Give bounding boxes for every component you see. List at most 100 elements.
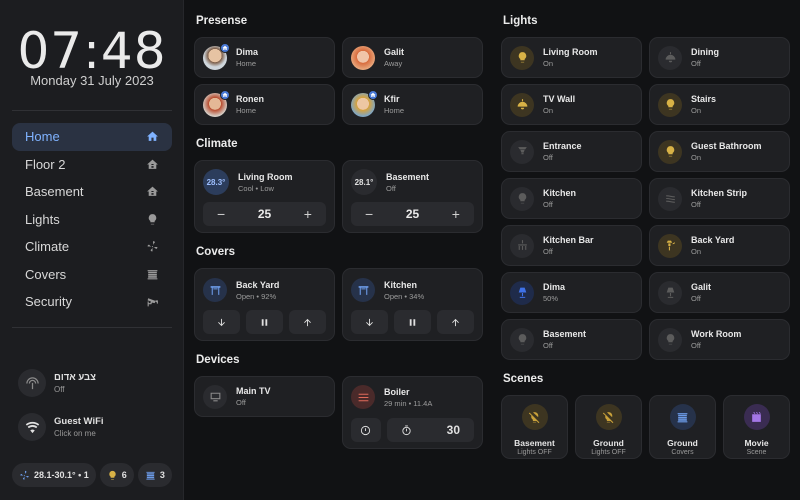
spot-light-icon: [510, 139, 534, 164]
light-card-galit[interactable]: Galit Off: [649, 272, 790, 313]
light-name: Kitchen: [543, 188, 577, 198]
heater-icon: [351, 385, 375, 409]
arrow-up-icon: [304, 318, 311, 326]
cover-controls: [203, 310, 326, 334]
decrease-button[interactable]: −: [217, 206, 225, 222]
device-name: Main TV: [236, 386, 271, 396]
light-name: Kitchen Bar: [543, 235, 594, 245]
covers-chip[interactable]: 3: [137, 463, 172, 487]
chip-label: 3: [159, 470, 165, 480]
movie-icon: [743, 404, 770, 430]
light-state: On: [691, 247, 702, 256]
increase-button[interactable]: +: [452, 206, 460, 222]
target-temp: 25: [257, 207, 272, 221]
arrow-up-icon: [452, 318, 459, 326]
blinds-icon: [145, 267, 159, 281]
light-card-dining[interactable]: Dining Off: [649, 37, 790, 78]
light-name: Basement: [543, 329, 587, 339]
target-temp-stepper: − 25 +: [203, 202, 326, 226]
current-temp: 28.3°: [206, 177, 226, 187]
cover-stop-button[interactable]: [246, 310, 283, 334]
lights-chip[interactable]: 6: [99, 463, 134, 487]
person-card-dima[interactable]: Dima Home: [194, 37, 335, 78]
increase-button[interactable]: +: [304, 206, 312, 222]
light-card-dima[interactable]: Dima 50%: [501, 272, 642, 313]
light-name: Work Room: [691, 329, 742, 339]
light-state: On: [691, 106, 702, 115]
nav-item-security[interactable]: Security: [12, 288, 172, 316]
fan-icon: [145, 240, 159, 254]
decrease-button[interactable]: −: [365, 206, 373, 222]
person-card-kfir[interactable]: Kfir Home: [342, 84, 483, 125]
cover-card-back-yard[interactable]: Back Yard Open • 92%: [194, 268, 335, 341]
outdoor-light-icon: [658, 233, 682, 258]
power-button[interactable]: [351, 418, 381, 442]
light-card-back-yard[interactable]: Back Yard On: [649, 225, 790, 266]
lightbulb-off-icon: [595, 404, 622, 430]
light-state: On: [691, 153, 702, 162]
light-card-kitchen-strip[interactable]: Kitchen Strip Off: [649, 178, 790, 219]
cover-open-button[interactable]: [437, 310, 474, 334]
light-state: Off: [543, 341, 553, 350]
cover-stop-button[interactable]: [394, 310, 431, 334]
scene-button-3[interactable]: Movie Scene: [723, 395, 790, 459]
climate-chip[interactable]: 28.1-30.1° • 1: [12, 463, 96, 487]
scene-name: Basement: [514, 438, 555, 448]
light-name: Stairs: [691, 94, 717, 104]
alarm-icon: [18, 369, 46, 397]
light-card-tv-wall[interactable]: TV Wall On: [501, 84, 642, 125]
cover-name: Kitchen: [384, 279, 418, 290]
light-card-kitchen-bar[interactable]: Kitchen Bar Off: [501, 225, 642, 266]
nav-item-climate[interactable]: Climate: [12, 233, 172, 261]
home-icon: [145, 130, 159, 144]
light-name: Kitchen Strip: [691, 188, 748, 198]
light-card-stairs[interactable]: Stairs On: [649, 84, 790, 125]
floor-icon: [145, 157, 159, 171]
current-temp: 28.1°: [354, 177, 374, 187]
cover-open-button[interactable]: [289, 310, 326, 334]
bulb-icon: [510, 186, 534, 211]
guest-wifi-button[interactable]: Guest WiFi Click on me: [18, 412, 168, 442]
scene-button-2[interactable]: Ground Covers: [649, 395, 716, 459]
light-card-guest-bathroom[interactable]: Guest Bathroom On: [649, 131, 790, 172]
person-state: Home: [384, 106, 405, 115]
light-card-kitchen[interactable]: Kitchen Off: [501, 178, 642, 219]
person-card-ronen[interactable]: Ronen Home: [194, 84, 335, 125]
cover-card-kitchen[interactable]: Kitchen Open • 34%: [342, 268, 483, 341]
thermostat-card-living-room[interactable]: 28.3° Living Room Cool • Low − 25 +: [194, 160, 335, 233]
chip-label: 6: [121, 470, 127, 480]
scene-button-0[interactable]: Basement Lights OFF: [501, 395, 568, 459]
avatar: [203, 89, 230, 117]
arrow-down-icon: [366, 318, 373, 326]
timer-control[interactable]: 30: [386, 418, 474, 442]
alarm-toggle[interactable]: צבע אדום Off: [18, 368, 168, 398]
nav-item-lights[interactable]: Lights: [12, 206, 172, 234]
led-strip-icon: [658, 186, 682, 211]
device-card-main-tv[interactable]: Main TV Off: [194, 376, 335, 417]
light-name: Entrance: [543, 141, 582, 151]
device-card-boiler[interactable]: Boiler 29 min • 11.4A 30: [342, 376, 483, 449]
light-name: TV Wall: [543, 94, 576, 104]
nav-item-home[interactable]: Home: [12, 123, 172, 151]
home-icon: [220, 89, 230, 100]
light-name: Dining: [691, 47, 719, 57]
nav-item-covers[interactable]: Covers: [12, 261, 172, 289]
home-icon: [220, 42, 230, 53]
nav-item-floor-2[interactable]: Floor 2: [12, 151, 172, 179]
bulb-icon: [510, 327, 534, 352]
ceiling-light-icon: [658, 45, 682, 70]
light-card-living-room[interactable]: Living Room On: [501, 37, 642, 78]
thermostat-name: Basement: [386, 171, 430, 182]
light-card-entrance[interactable]: Entrance Off: [501, 131, 642, 172]
person-name: Ronen: [236, 94, 264, 104]
nav-menu: Home Floor 2 Basement Lights Climate Cov…: [12, 123, 172, 316]
thermostat-card-basement[interactable]: 28.1° Basement Off − 25 +: [342, 160, 483, 233]
nav-item-basement[interactable]: Basement: [12, 178, 172, 206]
light-card-basement[interactable]: Basement Off: [501, 319, 642, 360]
scene-button-1[interactable]: Ground Lights OFF: [575, 395, 642, 459]
cover-close-button[interactable]: [351, 310, 388, 334]
person-card-galit[interactable]: Galit Away: [342, 37, 483, 78]
cover-close-button[interactable]: [203, 310, 240, 334]
light-card-work-room[interactable]: Work Room Off: [649, 319, 790, 360]
avatar: [203, 42, 230, 70]
